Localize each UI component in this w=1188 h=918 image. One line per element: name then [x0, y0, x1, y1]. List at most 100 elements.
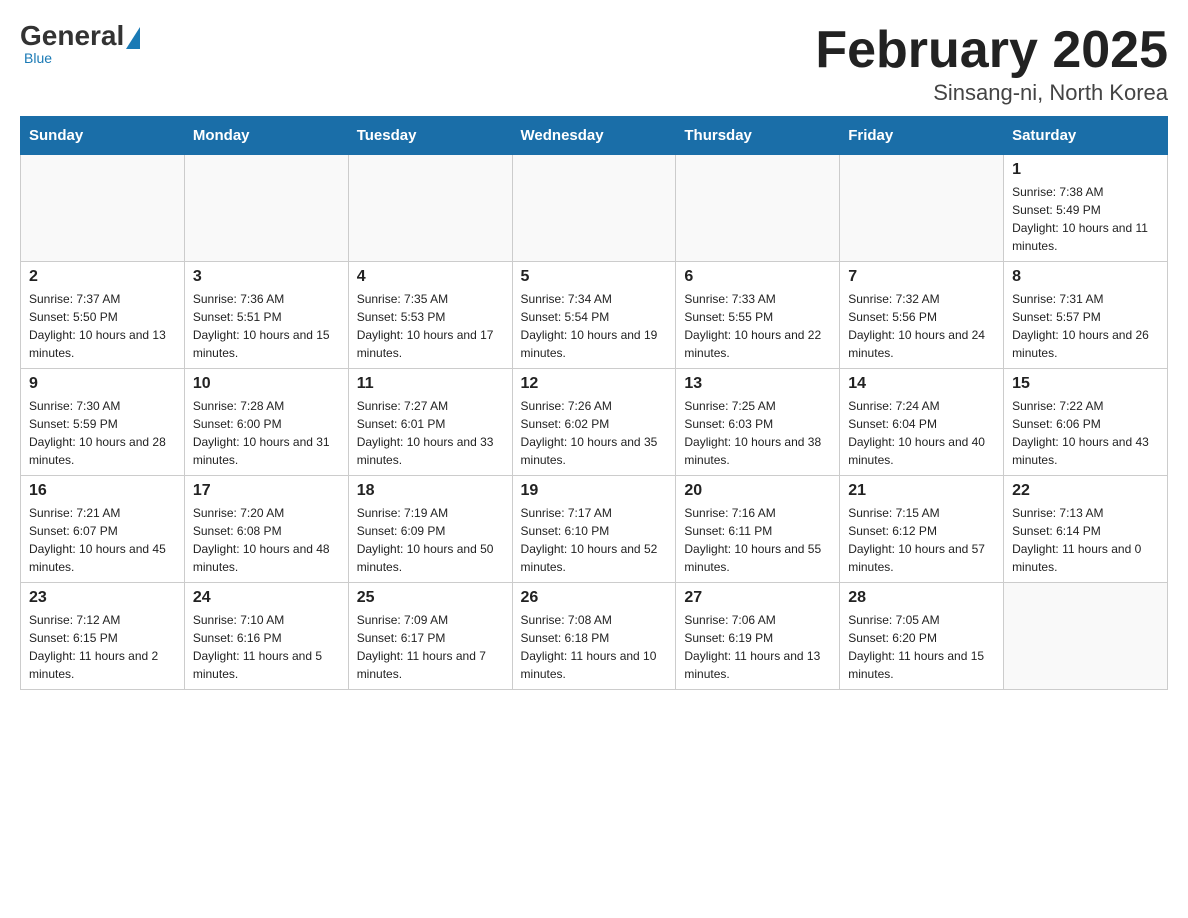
calendar-week-row: 23 Sunrise: 7:12 AM Sunset: 6:15 PM Dayli… [21, 583, 1168, 690]
day-number: 4 [357, 268, 504, 286]
day-number: 15 [1012, 375, 1159, 393]
day-info: Sunrise: 7:25 AM Sunset: 6:03 PM Dayligh… [684, 397, 831, 469]
day-number: 13 [684, 375, 831, 393]
day-info: Sunrise: 7:15 AM Sunset: 6:12 PM Dayligh… [848, 504, 995, 576]
calendar-cell: 24 Sunrise: 7:10 AM Sunset: 6:16 PM Dayli… [184, 583, 348, 690]
day-number: 28 [848, 589, 995, 607]
day-number: 23 [29, 589, 176, 607]
day-info: Sunrise: 7:32 AM Sunset: 5:56 PM Dayligh… [848, 290, 995, 362]
calendar-cell [840, 155, 1004, 262]
day-number: 7 [848, 268, 995, 286]
day-info: Sunrise: 7:16 AM Sunset: 6:11 PM Dayligh… [684, 504, 831, 576]
calendar-cell: 25 Sunrise: 7:09 AM Sunset: 6:17 PM Dayli… [348, 583, 512, 690]
page-subtitle: Sinsang-ni, North Korea [815, 80, 1168, 106]
day-number: 10 [193, 375, 340, 393]
day-info: Sunrise: 7:33 AM Sunset: 5:55 PM Dayligh… [684, 290, 831, 362]
day-info: Sunrise: 7:22 AM Sunset: 6:06 PM Dayligh… [1012, 397, 1159, 469]
day-number: 9 [29, 375, 176, 393]
day-info: Sunrise: 7:35 AM Sunset: 5:53 PM Dayligh… [357, 290, 504, 362]
calendar-cell: 21 Sunrise: 7:15 AM Sunset: 6:12 PM Dayli… [840, 476, 1004, 583]
day-number: 6 [684, 268, 831, 286]
calendar-cell: 10 Sunrise: 7:28 AM Sunset: 6:00 PM Dayli… [184, 369, 348, 476]
calendar-cell: 6 Sunrise: 7:33 AM Sunset: 5:55 PM Daylig… [676, 262, 840, 369]
calendar-cell: 26Sunrise: 7:08 AM Sunset: 6:18 PM Dayli… [512, 583, 676, 690]
calendar-cell: 13 Sunrise: 7:25 AM Sunset: 6:03 PM Dayli… [676, 369, 840, 476]
day-info: Sunrise: 7:06 AM Sunset: 6:19 PM Dayligh… [684, 611, 831, 683]
calendar-cell: 23 Sunrise: 7:12 AM Sunset: 6:15 PM Dayli… [21, 583, 185, 690]
day-number: 2 [29, 268, 176, 286]
day-info: Sunrise: 7:08 AM Sunset: 6:18 PM Dayligh… [521, 611, 668, 683]
calendar-cell: 9 Sunrise: 7:30 AM Sunset: 5:59 PM Daylig… [21, 369, 185, 476]
calendar-cell [21, 155, 185, 262]
day-info: Sunrise: 7:10 AM Sunset: 6:16 PM Dayligh… [193, 611, 340, 683]
day-number: 24 [193, 589, 340, 607]
calendar-cell: 28 Sunrise: 7:05 AM Sunset: 6:20 PM Dayli… [840, 583, 1004, 690]
calendar-cell: 5 Sunrise: 7:34 AM Sunset: 5:54 PM Daylig… [512, 262, 676, 369]
calendar-cell [184, 155, 348, 262]
calendar-table: SundayMondayTuesdayWednesdayThursdayFrid… [20, 116, 1168, 690]
day-info: Sunrise: 7:36 AM Sunset: 5:51 PM Dayligh… [193, 290, 340, 362]
day-info: Sunrise: 7:38 AM Sunset: 5:49 PM Dayligh… [1012, 183, 1159, 255]
day-number: 17 [193, 482, 340, 500]
calendar-header-tuesday: Tuesday [348, 117, 512, 155]
day-info: Sunrise: 7:27 AM Sunset: 6:01 PM Dayligh… [357, 397, 504, 469]
calendar-cell: 14 Sunrise: 7:24 AM Sunset: 6:04 PM Dayli… [840, 369, 1004, 476]
page-header: General Blue February 2025 Sinsang-ni, N… [20, 20, 1168, 106]
day-number: 20 [684, 482, 831, 500]
day-number: 3 [193, 268, 340, 286]
day-number: 5 [521, 268, 668, 286]
calendar-header-saturday: Saturday [1004, 117, 1168, 155]
day-info: Sunrise: 7:19 AM Sunset: 6:09 PM Dayligh… [357, 504, 504, 576]
calendar-header-thursday: Thursday [676, 117, 840, 155]
calendar-week-row: 2 Sunrise: 7:37 AM Sunset: 5:50 PM Daylig… [21, 262, 1168, 369]
calendar-cell [1004, 583, 1168, 690]
day-info: Sunrise: 7:30 AM Sunset: 5:59 PM Dayligh… [29, 397, 176, 469]
day-number: 16 [29, 482, 176, 500]
calendar-cell: 2 Sunrise: 7:37 AM Sunset: 5:50 PM Daylig… [21, 262, 185, 369]
calendar-cell [512, 155, 676, 262]
calendar-cell: 11Sunrise: 7:27 AM Sunset: 6:01 PM Dayli… [348, 369, 512, 476]
day-info: Sunrise: 7:26 AM Sunset: 6:02 PM Dayligh… [521, 397, 668, 469]
calendar-cell: 4 Sunrise: 7:35 AM Sunset: 5:53 PM Daylig… [348, 262, 512, 369]
day-number: 8 [1012, 268, 1159, 286]
calendar-header-sunday: Sunday [21, 117, 185, 155]
page-title: February 2025 [815, 20, 1168, 80]
calendar-header-row: SundayMondayTuesdayWednesdayThursdayFrid… [21, 117, 1168, 155]
day-number: 14 [848, 375, 995, 393]
calendar-cell: 20 Sunrise: 7:16 AM Sunset: 6:11 PM Dayli… [676, 476, 840, 583]
day-info: Sunrise: 7:20 AM Sunset: 6:08 PM Dayligh… [193, 504, 340, 576]
day-number: 21 [848, 482, 995, 500]
logo-general-text: General [20, 20, 124, 52]
calendar-header-wednesday: Wednesday [512, 117, 676, 155]
calendar-header-friday: Friday [840, 117, 1004, 155]
day-info: Sunrise: 7:05 AM Sunset: 6:20 PM Dayligh… [848, 611, 995, 683]
day-number: 25 [357, 589, 504, 607]
day-info: Sunrise: 7:24 AM Sunset: 6:04 PM Dayligh… [848, 397, 995, 469]
day-info: Sunrise: 7:31 AM Sunset: 5:57 PM Dayligh… [1012, 290, 1159, 362]
calendar-cell: 19Sunrise: 7:17 AM Sunset: 6:10 PM Dayli… [512, 476, 676, 583]
calendar-cell: 3 Sunrise: 7:36 AM Sunset: 5:51 PM Daylig… [184, 262, 348, 369]
logo-blue-text: Blue [24, 50, 52, 66]
day-info: Sunrise: 7:13 AM Sunset: 6:14 PM Dayligh… [1012, 504, 1159, 576]
calendar-cell: 8 Sunrise: 7:31 AM Sunset: 5:57 PM Daylig… [1004, 262, 1168, 369]
calendar-week-row: 1Sunrise: 7:38 AM Sunset: 5:49 PM Daylig… [21, 155, 1168, 262]
day-info: Sunrise: 7:28 AM Sunset: 6:00 PM Dayligh… [193, 397, 340, 469]
calendar-cell [348, 155, 512, 262]
calendar-cell: 27 Sunrise: 7:06 AM Sunset: 6:19 PM Dayli… [676, 583, 840, 690]
day-number: 18 [357, 482, 504, 500]
day-number: 12 [521, 375, 668, 393]
calendar-week-row: 9 Sunrise: 7:30 AM Sunset: 5:59 PM Daylig… [21, 369, 1168, 476]
calendar-cell: 7 Sunrise: 7:32 AM Sunset: 5:56 PM Daylig… [840, 262, 1004, 369]
day-info: Sunrise: 7:37 AM Sunset: 5:50 PM Dayligh… [29, 290, 176, 362]
calendar-cell: 16 Sunrise: 7:21 AM Sunset: 6:07 PM Dayli… [21, 476, 185, 583]
day-number: 27 [684, 589, 831, 607]
title-block: February 2025 Sinsang-ni, North Korea [815, 20, 1168, 106]
day-info: Sunrise: 7:09 AM Sunset: 6:17 PM Dayligh… [357, 611, 504, 683]
day-info: Sunrise: 7:34 AM Sunset: 5:54 PM Dayligh… [521, 290, 668, 362]
day-info: Sunrise: 7:21 AM Sunset: 6:07 PM Dayligh… [29, 504, 176, 576]
logo: General Blue [20, 20, 140, 66]
calendar-week-row: 16 Sunrise: 7:21 AM Sunset: 6:07 PM Dayli… [21, 476, 1168, 583]
day-info: Sunrise: 7:12 AM Sunset: 6:15 PM Dayligh… [29, 611, 176, 683]
calendar-cell: 15 Sunrise: 7:22 AM Sunset: 6:06 PM Dayli… [1004, 369, 1168, 476]
calendar-header-monday: Monday [184, 117, 348, 155]
